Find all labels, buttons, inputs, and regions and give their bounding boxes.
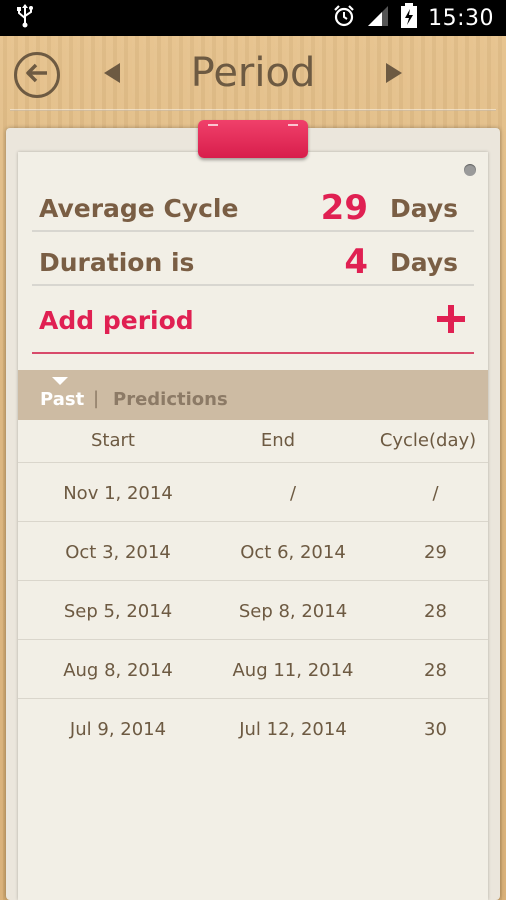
cycle-cell: 30 <box>424 719 447 740</box>
start-cell: Oct 3, 2014 <box>65 542 171 563</box>
divider <box>32 230 474 232</box>
back-button[interactable] <box>14 52 60 98</box>
average-cycle-value: 29 <box>320 188 368 228</box>
duration-value: 4 <box>344 242 368 282</box>
column-header-end: End <box>260 430 296 451</box>
duration-unit: Days <box>389 247 458 277</box>
cycle-cell: 28 <box>424 660 447 681</box>
page-title: Period <box>190 50 316 96</box>
table-row[interactable]: Jul 9, 2014 Jul 12, 2014 30 <box>18 698 488 757</box>
duration-label: Duration is <box>39 247 195 277</box>
triangle-left-icon <box>102 62 122 88</box>
end-cell: Jul 12, 2014 <box>239 719 347 740</box>
triangle-right-icon <box>384 62 404 88</box>
start-cell: Jul 9, 2014 <box>69 719 167 740</box>
table-row[interactable]: Oct 3, 2014 Oct 6, 2014 29 <box>18 521 488 580</box>
column-header-start: Start <box>91 430 135 451</box>
start-cell: Nov 1, 2014 <box>63 483 173 504</box>
tab-bar <box>18 370 488 420</box>
average-cycle-label: Average Cycle <box>39 193 239 223</box>
previous-button[interactable] <box>100 62 124 88</box>
plus-icon[interactable] <box>436 304 466 334</box>
header-divider <box>10 109 496 111</box>
pin-icon <box>464 164 476 176</box>
average-cycle-unit: Days <box>389 193 458 223</box>
table-row[interactable]: Aug 8, 2014 Aug 11, 2014 28 <box>18 639 488 698</box>
start-cell: Sep 5, 2014 <box>63 601 173 622</box>
end-cell: / <box>289 483 297 504</box>
status-time: 15:30 <box>428 5 494 31</box>
start-cell: Aug 8, 2014 <box>63 660 173 681</box>
table-row[interactable]: Nov 1, 2014 / / <box>18 462 488 521</box>
battery-charging-icon <box>400 3 418 33</box>
header: Period <box>0 36 506 112</box>
end-cell: Aug 11, 2014 <box>232 660 354 681</box>
column-header-cycle: Cycle(day) <box>379 430 477 451</box>
status-right: 15:30 <box>332 3 494 33</box>
end-cell: Sep 8, 2014 <box>238 601 348 622</box>
cycle-cell: 29 <box>424 542 447 563</box>
table-header: Start End Cycle(day) <box>18 420 488 462</box>
status-bar: 15:30 <box>0 0 506 36</box>
duration-row: Duration is 4 Days <box>32 236 474 288</box>
tab-past[interactable]: Past <box>40 389 84 410</box>
divider <box>32 284 474 286</box>
active-tab-indicator <box>52 377 68 385</box>
cycle-cell: 28 <box>424 601 447 622</box>
next-button[interactable] <box>382 62 406 88</box>
add-period-label: Add period <box>39 306 194 335</box>
usb-icon <box>16 4 34 32</box>
clipboard-clip <box>198 120 308 158</box>
alarm-icon <box>332 4 356 32</box>
add-period-underline <box>32 352 474 354</box>
tab-predictions[interactable]: Predictions <box>113 389 228 410</box>
tab-separator: | <box>93 388 100 409</box>
signal-icon <box>366 4 390 32</box>
status-left <box>16 4 34 32</box>
end-cell: Oct 6, 2014 <box>240 542 346 563</box>
arrow-left-circle-icon <box>23 59 51 91</box>
average-cycle-row: Average Cycle 29 Days <box>32 182 474 234</box>
add-period-button[interactable]: Add period <box>32 296 474 348</box>
table-row[interactable]: Sep 5, 2014 Sep 8, 2014 28 <box>18 580 488 639</box>
cycle-cell: / <box>432 483 439 504</box>
